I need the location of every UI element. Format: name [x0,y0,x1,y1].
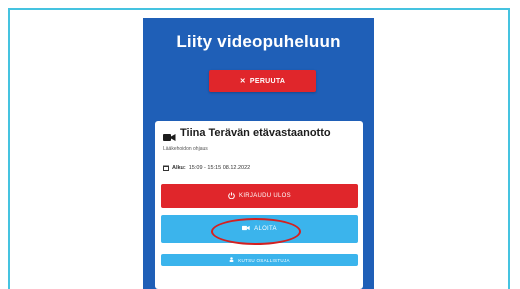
video-camera-icon [163,129,176,141]
cancel-button[interactable]: ✕ PERUUTA [209,70,316,92]
close-icon: ✕ [239,78,246,85]
person-add-icon [229,257,234,263]
appointment-time: Alku: 15:09 - 15:15 08.12.2022 [163,165,250,171]
appointment-header: Tiina Terävän etävastaanotto [163,127,331,141]
invite-participant-button[interactable]: KUTSU OSALLISTUJA [161,254,358,266]
time-value: 15:09 - 15:15 08.12.2022 [188,165,251,171]
join-video-call-panel: Liity videopuheluun ✕ PERUUTA Tiina Terä… [143,18,374,289]
logout-label: KIRJAUDU ULOS [239,193,291,199]
start-button-highlight-ring [211,218,301,245]
logout-button[interactable]: KIRJAUDU ULOS [161,184,358,208]
appointment-card: Tiina Terävän etävastaanotto Lääkehoidon… [155,121,363,289]
page-title: Liity videopuheluun [176,32,341,51]
appointment-subtitle: Lääkehoidon ohjaus [163,146,208,152]
cancel-label: PERUUTA [249,77,286,85]
invite-label: KUTSU OSALLISTUJA [238,257,290,263]
power-icon [228,191,235,201]
calendar-icon [163,165,169,171]
appointment-title: Tiina Terävän etävastaanotto [180,127,331,139]
time-label: Alku: [172,165,186,171]
